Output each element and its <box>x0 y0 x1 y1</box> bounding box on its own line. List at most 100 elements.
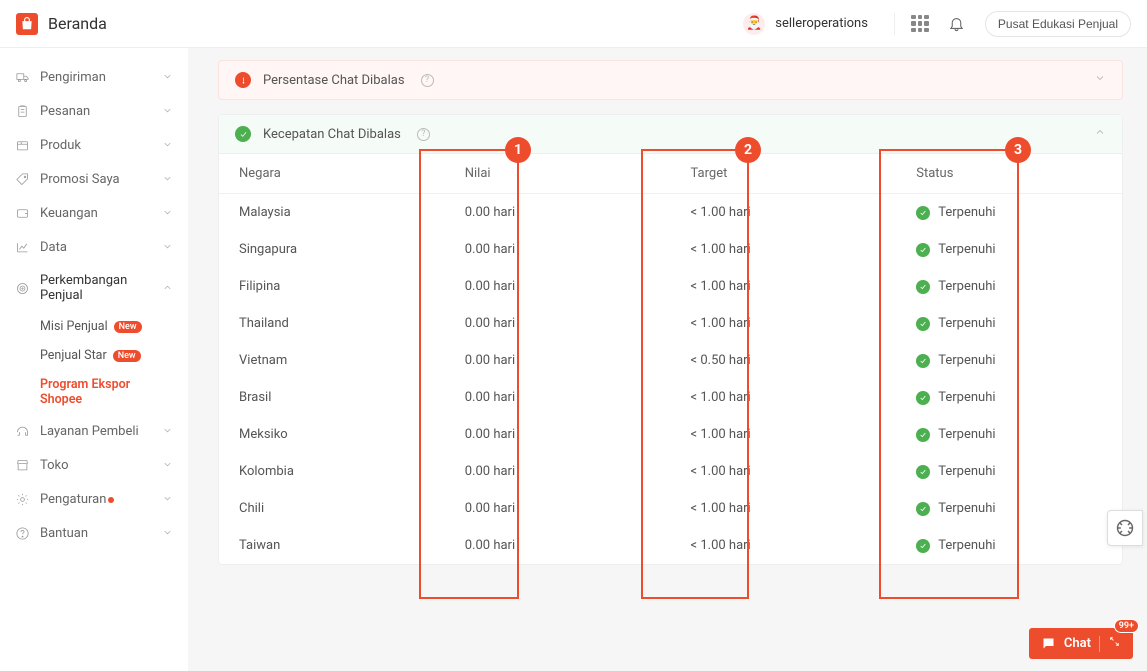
sidebar-item-produk[interactable]: Produk <box>0 128 188 162</box>
cell-target: < 1.00 hari <box>671 416 897 453</box>
cell-status: Terpenuhi <box>896 379 1122 416</box>
cell-target: < 1.00 hari <box>671 527 897 564</box>
chevron-down-icon <box>162 493 174 505</box>
cell-status: Terpenuhi <box>896 490 1122 527</box>
chevron-down-icon <box>162 425 174 437</box>
main-content: Persentase Chat Dibalas ? Kecepatan Chat… <box>188 48 1147 671</box>
sidebar-item-toko[interactable]: Toko <box>0 448 188 482</box>
check-icon <box>916 317 930 331</box>
chevron-down-icon <box>162 207 174 219</box>
sidebar-item-label: Program Ekspor Shopee <box>40 377 174 407</box>
cell-value: 0.00 hari <box>445 194 671 232</box>
cell-value: 0.00 hari <box>445 231 671 268</box>
check-icon <box>916 465 930 479</box>
notifications-icon[interactable] <box>945 12 969 36</box>
table-row: Filipina 0.00 hari < 1.00 hari Terpenuhi <box>219 268 1122 305</box>
chat-icon <box>1041 636 1056 651</box>
tag-icon <box>14 171 30 187</box>
sidebar-item-promosi-saya[interactable]: Promosi Saya <box>0 162 188 196</box>
chevron-down-icon <box>162 527 174 539</box>
cell-country: Vietnam <box>219 342 445 379</box>
expand-icon <box>1108 635 1121 652</box>
sidebar-item-layanan-pembeli[interactable]: Layanan Pembeli <box>0 414 188 448</box>
help-icon[interactable]: ? <box>417 128 430 141</box>
sidebar-item-keuangan[interactable]: Keuangan <box>0 196 188 230</box>
status-label: Terpenuhi <box>938 279 995 294</box>
help-icon[interactable]: ? <box>421 74 434 87</box>
table-row: Thailand 0.00 hari < 1.00 hari Terpenuhi <box>219 305 1122 342</box>
gear-icon <box>14 491 30 507</box>
sidebar-item-pesanan[interactable]: Pesanan <box>0 94 188 128</box>
clipboard-icon <box>14 103 30 119</box>
chevron-down-icon <box>162 105 174 117</box>
table-row: Brasil 0.00 hari < 1.00 hari Terpenuhi <box>219 379 1122 416</box>
check-icon <box>916 280 930 294</box>
table-row: Vietnam 0.00 hari < 0.50 hari Terpenuhi <box>219 342 1122 379</box>
edu-center-button[interactable]: Pusat Edukasi Penjual <box>985 11 1131 37</box>
cell-country: Filipina <box>219 268 445 305</box>
chat-widget[interactable]: 99+ Chat <box>1029 628 1133 659</box>
cell-status: Terpenuhi <box>896 342 1122 379</box>
panel-title: Kecepatan Chat Dibalas <box>263 127 401 142</box>
sidebar-item-label: Perkembangan Penjual <box>40 273 162 303</box>
check-icon <box>916 354 930 368</box>
check-icon <box>916 502 930 516</box>
box-icon <box>14 137 30 153</box>
username[interactable]: selleroperations <box>775 16 868 31</box>
sidebar-item-bantuan[interactable]: Bantuan <box>0 516 188 550</box>
chart-icon <box>14 239 30 255</box>
sidebar-item-label: Pengiriman <box>40 70 162 85</box>
panel-title: Persentase Chat Dibalas <box>263 73 405 88</box>
cell-country: Meksiko <box>219 416 445 453</box>
chevron-down-icon <box>162 173 174 185</box>
table-row: Chili 0.00 hari < 1.00 hari Terpenuhi <box>219 490 1122 527</box>
headset-icon <box>14 423 30 439</box>
cell-value: 0.00 hari <box>445 453 671 490</box>
apps-grid-icon[interactable] <box>911 15 929 33</box>
col-country: Negara <box>219 154 445 194</box>
cell-target: < 0.50 hari <box>671 342 897 379</box>
sidebar-item-label: Toko <box>40 458 162 473</box>
cell-status: Terpenuhi <box>896 416 1122 453</box>
cell-country: Singapura <box>219 231 445 268</box>
floating-help-button[interactable] <box>1107 510 1143 546</box>
status-label: Terpenuhi <box>938 464 995 479</box>
cell-status: Terpenuhi <box>896 194 1122 232</box>
status-label: Terpenuhi <box>938 427 995 442</box>
chevron-down-icon <box>162 71 174 83</box>
target-icon <box>14 280 30 296</box>
chevron-down-icon <box>162 459 174 471</box>
sidebar-subitem-program-ekspor-shopee[interactable]: Program Ekspor Shopee <box>0 370 188 414</box>
cell-status: Terpenuhi <box>896 268 1122 305</box>
status-label: Terpenuhi <box>938 316 995 331</box>
status-label: Terpenuhi <box>938 242 995 257</box>
avatar[interactable]: 🎅 <box>743 13 765 35</box>
panel-persentase-chat[interactable]: Persentase Chat Dibalas ? <box>218 60 1123 100</box>
sidebar-item-perkembangan-penjual[interactable]: Perkembangan Penjual <box>0 264 188 312</box>
panel-header[interactable]: Kecepatan Chat Dibalas ? <box>219 115 1122 154</box>
col-target: Target <box>671 154 897 194</box>
table-row: Malaysia 0.00 hari < 1.00 hari Terpenuhi <box>219 194 1122 232</box>
check-icon <box>916 539 930 553</box>
table-row: Meksiko 0.00 hari < 1.00 hari Terpenuhi <box>219 416 1122 453</box>
chat-label: Chat <box>1064 636 1091 651</box>
sidebar-item-pengiriman[interactable]: Pengiriman <box>0 60 188 94</box>
sidebar-item-data[interactable]: Data <box>0 230 188 264</box>
new-badge: New <box>113 350 141 362</box>
cell-country: Thailand <box>219 305 445 342</box>
new-badge: New <box>114 321 142 333</box>
cell-value: 0.00 hari <box>445 416 671 453</box>
sidebar-subitem-misi-penjual[interactable]: Misi PenjualNew <box>0 312 188 341</box>
top-header: Beranda 🎅 selleroperations Pusat Edukasi… <box>0 0 1147 48</box>
sidebar-subitem-penjual-star[interactable]: Penjual StarNew <box>0 341 188 370</box>
sidebar-item-label: Bantuan <box>40 526 162 541</box>
shopee-logo[interactable] <box>16 13 38 35</box>
check-icon <box>916 428 930 442</box>
chat-badge: 99+ <box>1114 619 1139 633</box>
sidebar-item-label: Layanan Pembeli <box>40 424 162 439</box>
status-label: Terpenuhi <box>938 205 995 220</box>
cell-country: Chili <box>219 490 445 527</box>
sidebar-item-pengaturan[interactable]: Pengaturan <box>0 482 188 516</box>
cell-status: Terpenuhi <box>896 231 1122 268</box>
status-label: Terpenuhi <box>938 501 995 516</box>
